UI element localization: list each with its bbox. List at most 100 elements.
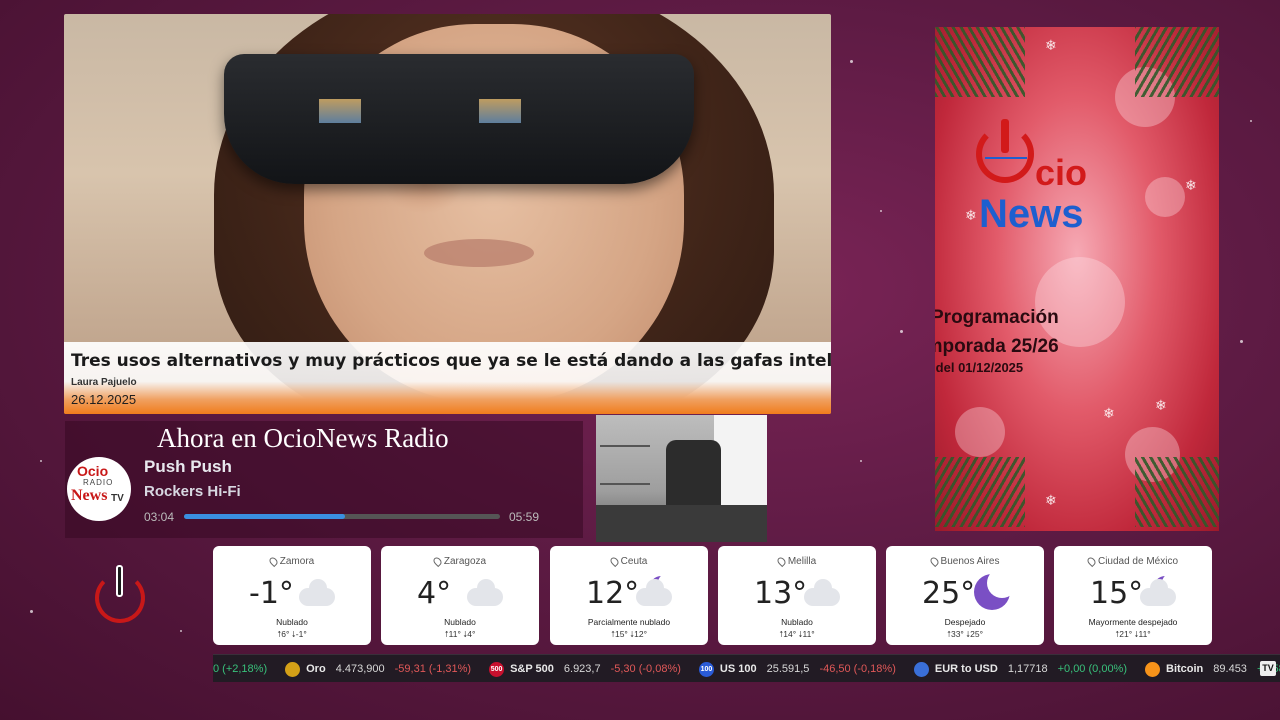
ticker-item[interactable]: EUR to USD 1,17718 +0,00 (0,00%) (913, 661, 1127, 677)
weather-city: Buenos Aires (886, 555, 1044, 568)
ticker-badge-icon: 500 (489, 661, 505, 677)
featured-news-card[interactable]: Tres usos alternativos y muy prácticos q… (64, 14, 831, 414)
weather-temperature: -1° (249, 576, 294, 611)
weather-city: Zamora (213, 555, 371, 568)
ticker-name: S&P 500 (510, 663, 554, 675)
sparkle (1240, 340, 1243, 343)
sparkle (880, 210, 882, 212)
weather-city: Zaragoza (381, 555, 539, 568)
ticker-change: +0,00 (0,00%) (1057, 663, 1127, 675)
weather-city: Ciudad de México (1054, 555, 1212, 568)
news-date: 26.12.2025 (71, 392, 137, 407)
weather-card: Zamora -1° Nublado ⭡6° ⭣-1° (213, 546, 371, 645)
sparkle (1250, 120, 1252, 122)
cloud-icon (299, 579, 337, 606)
ticker-value: 1,17718 (1007, 663, 1048, 675)
weather-card: Ciudad de México 15° Mayormente despejado ⭡… (1054, 546, 1212, 645)
weather-description: Mayormente despejado (1088, 617, 1178, 627)
moon-icon (972, 568, 1017, 610)
ticker-name: EUR to USD (934, 663, 998, 675)
ticker-item[interactable]: Oro 4.473,900 -59,31 (-1,31%) (285, 661, 472, 677)
weather-temperature: 12° (586, 576, 640, 611)
ticker-name: US 100 (719, 663, 757, 675)
market-ticker: 0 (+2,18%) Oro 4.473,900 -59,31 (-1,31%) 50… (213, 654, 1280, 682)
ticker-name: Oro (306, 663, 326, 675)
snowflake-icon: ❄ (1103, 405, 1115, 421)
ticker-change: -46,50 (-0,18%) (819, 663, 896, 675)
weather-range: ⭡15° ⭣12° (610, 629, 648, 639)
total-time: 05:59 (509, 510, 540, 524)
weather-range: ⭡11° ⭣4° (444, 629, 476, 639)
progress-bar[interactable] (184, 514, 500, 519)
weather-temperature: 15° (1090, 576, 1144, 611)
weather-temperature: 25° (922, 576, 976, 611)
news-caption: Tres usos alternativos y muy prácticos q… (64, 342, 831, 414)
ticker-value: 89.453 (1213, 663, 1247, 675)
ticker-badge-icon (285, 661, 301, 677)
weather-card: Buenos Aires 25° Despejado ⭡33° ⭣25° (886, 546, 1044, 645)
news-headline[interactable]: Tres usos alternativos y muy prácticos q… (71, 350, 831, 372)
cloud-icon (804, 579, 842, 606)
tradingview-logo-icon[interactable]: TV (1260, 661, 1276, 676)
sparkle (180, 630, 182, 632)
webcam-feed[interactable] (596, 415, 767, 542)
logo-ocio-text: cio (1035, 152, 1088, 193)
progress-fill (184, 514, 346, 519)
weather-city: Ceuta (550, 555, 708, 568)
ticker-badge-icon (913, 661, 929, 677)
now-playing-artist: Rockers Hi-Fi (144, 483, 241, 500)
weather-city: Melilla (718, 555, 876, 568)
weather-range: ⭡21° ⭣11° (1115, 629, 1151, 639)
programming-poster[interactable]: ❄ ❄ ❄ ❄ ❄ ❄ cio News Programación empora… (935, 27, 1219, 531)
ticker-badge-icon (1145, 661, 1160, 677)
moon-cloud-icon (1140, 573, 1182, 606)
smart-glasses (224, 54, 694, 184)
ticker-change: -59,31 (-1,31%) (394, 663, 472, 675)
sparkle (900, 330, 903, 333)
location-pin-icon (608, 555, 620, 568)
radio-player: Ahora en OcioNews Radio Ocio RADIO News … (65, 421, 583, 538)
weather-card: Melilla 13° Nublado ⭡14° ⭣11° (718, 546, 876, 645)
ticker-item[interactable]: 100 US 100 25.591,5 -46,50 (-0,18%) (698, 661, 896, 677)
ticker-value: 4.473,900 (335, 663, 385, 675)
ticker-change: -5,30 (-0,08%) (610, 663, 681, 675)
weather-description: Despejado (944, 617, 986, 627)
power-icon (116, 565, 123, 597)
ticker-badge-icon: 100 (698, 661, 714, 677)
snowflake-icon: ❄ (965, 207, 977, 223)
snowflake-icon: ❄ (1155, 397, 1167, 413)
poster-title: Programación (935, 307, 1059, 328)
elapsed-time: 03:04 (144, 510, 175, 524)
cloud-icon (467, 579, 505, 606)
now-playing-song: Push Push (144, 457, 232, 476)
location-pin-icon (267, 555, 279, 568)
poster-date: r del 01/12/2025 (935, 360, 1024, 375)
location-pin-icon (1085, 555, 1098, 568)
weather-description: Nublado (276, 617, 308, 627)
weather-card: Zaragoza 4° Nublado ⭡11° ⭣4° (381, 546, 539, 645)
ticker-name: Bitcoin (1166, 663, 1204, 675)
radio-heading: Ahora en OcioNews Radio (157, 423, 449, 453)
weather-description: Nublado (444, 617, 476, 627)
ticker-item-lead: 0 (+2,18%) (213, 663, 268, 675)
weather-range: ⭡6° ⭣-1° (277, 629, 307, 639)
snowflake-icon: ❄ (1045, 492, 1057, 508)
logo-news-text: News (979, 192, 1084, 236)
ticker-value: 25.591,5 (766, 663, 810, 675)
weather-description: Parcialmente nublado (587, 617, 671, 627)
sparkle (40, 460, 42, 462)
weather-temperature: 4° (417, 576, 452, 611)
weather-card: Ceuta 12° Parcialmente nublado ⭡15° ⭣12° (550, 546, 708, 645)
weather-description: Nublado (781, 617, 813, 627)
sparkle (860, 460, 862, 462)
location-pin-icon (928, 555, 940, 568)
location-pin-icon (431, 555, 444, 568)
ticker-value: 6.923,7 (563, 663, 601, 675)
snowflake-icon: ❄ (1045, 37, 1057, 53)
weather-temperature: 13° (754, 576, 808, 611)
sparkle (850, 60, 853, 63)
location-pin-icon (775, 555, 787, 568)
moon-cloud-icon (636, 573, 678, 606)
poster-season: emporada 25/26 (935, 336, 1059, 357)
ticker-item[interactable]: 500 S&P 500 6.923,7 -5,30 (-0,08%) (489, 661, 681, 677)
